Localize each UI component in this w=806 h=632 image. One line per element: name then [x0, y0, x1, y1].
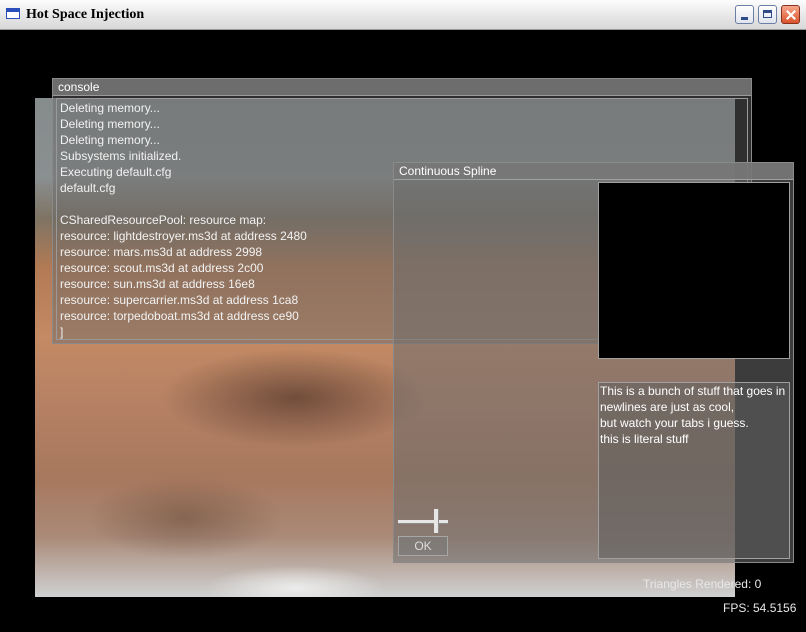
- console-line: Deleting memory...: [60, 133, 160, 147]
- app-window-icon: [6, 8, 20, 19]
- slider[interactable]: [398, 509, 450, 535]
- ok-button[interactable]: OK: [398, 536, 448, 556]
- window-title-bar[interactable]: Hot Space Injection: [0, 0, 806, 30]
- minimize-button[interactable]: [735, 5, 754, 24]
- slider-thumb[interactable]: [434, 509, 439, 533]
- close-button[interactable]: [781, 5, 800, 24]
- spline-window[interactable]: Continuous Spline This is a bunch of stu…: [393, 162, 794, 563]
- spline-text-line: but watch your tabs i guess.: [600, 416, 749, 430]
- spline-text-line: this is literal stuff: [600, 432, 689, 446]
- slider-track[interactable]: [398, 520, 448, 524]
- spline-render-canvas[interactable]: [598, 182, 790, 359]
- console-line: Deleting memory...: [60, 101, 160, 115]
- console-line: Deleting memory...: [60, 117, 160, 131]
- spline-title[interactable]: Continuous Spline: [394, 163, 793, 180]
- spline-text-line: newlines are just as cool,: [600, 400, 735, 414]
- spline-text-box[interactable]: This is a bunch of stuff that goes in new…: [598, 382, 790, 559]
- window-title: Hot Space Injection: [26, 7, 145, 22]
- triangles-rendered-label: Triangles Rendered: 0: [643, 577, 762, 591]
- fps-label: FPS: 54.5156: [723, 601, 797, 615]
- game-viewport[interactable]: console Deleting memory... Deleting memor…: [3, 30, 803, 630]
- maximize-button[interactable]: [758, 5, 777, 24]
- spline-text-line: This is a bunch of stuff that goes in: [600, 384, 786, 398]
- console-title[interactable]: console: [53, 79, 751, 96]
